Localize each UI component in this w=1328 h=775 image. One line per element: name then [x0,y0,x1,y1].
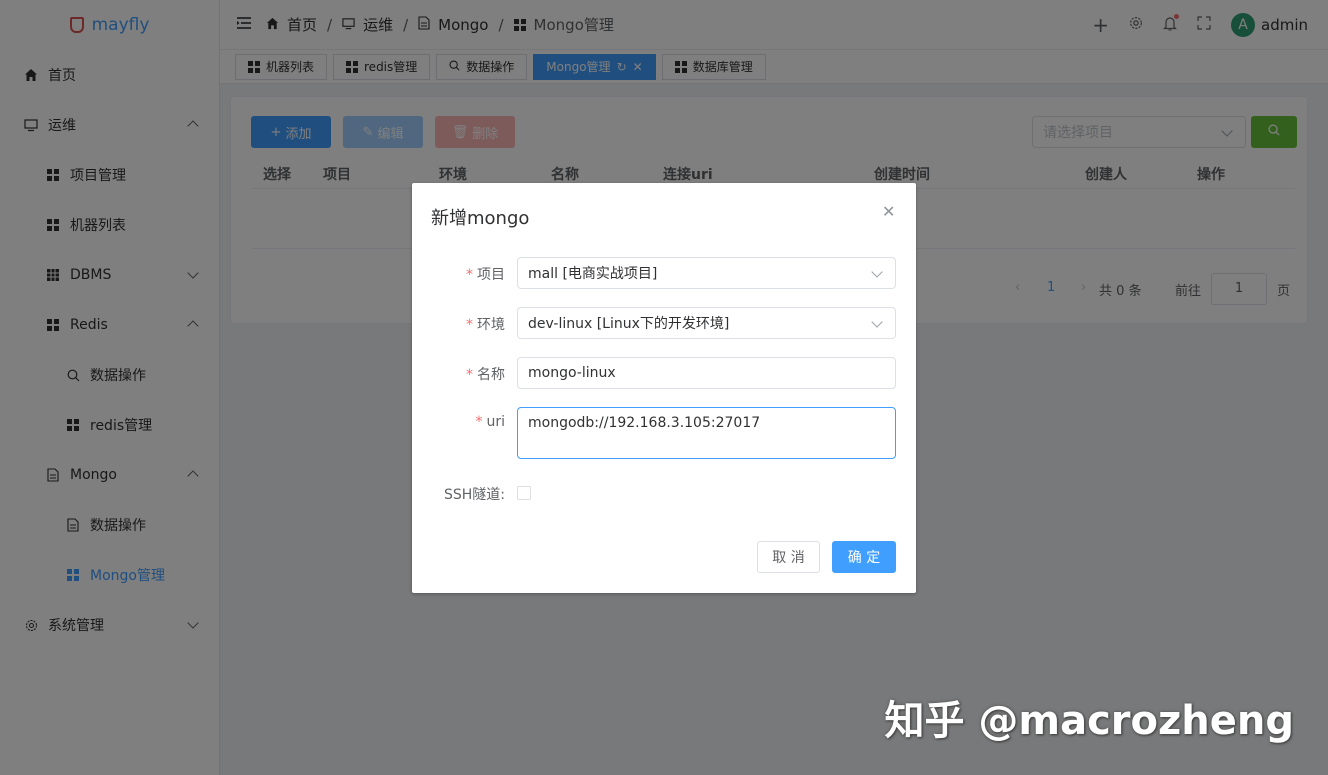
ssh-tunnel-checkbox[interactable] [517,486,531,500]
form-row-uri: * uri mongodb://192.168.3.105:27017 [412,407,916,459]
name-input-value: mongo-linux [528,365,616,381]
field-label-text: 环境 [477,317,505,333]
uri-textarea[interactable]: mongodb://192.168.3.105:27017 [517,407,896,459]
uri-textarea-value: mongodb://192.168.3.105:27017 [528,415,761,431]
form-row-name: * 名称 mongo-linux [412,357,916,389]
dialog-title: 新增mongo [431,208,530,229]
form-row-project: * 项目 mall [电商实战项目] [412,257,916,289]
form-row-ssh: SSH隧道: [412,477,916,509]
required-mark: * [466,267,473,283]
env-select-value: dev-linux [Linux下的开发环境] [528,316,730,332]
close-icon[interactable]: ✕ [882,204,896,220]
required-mark: * [475,414,483,430]
project-select-value: mall [电商实战项目] [528,266,658,282]
field-label: * 环境 [466,314,505,334]
chevron-down-icon [871,316,883,328]
name-input[interactable]: mongo-linux [517,357,896,389]
field-label-text: uri [486,414,505,430]
required-mark: * [466,367,473,383]
chevron-down-icon [871,266,883,278]
required-mark: * [466,317,473,333]
field-label: SSH隧道: [443,487,505,503]
project-select[interactable]: mall [电商实战项目] [517,257,896,289]
field-label: * uri [475,414,505,430]
env-select[interactable]: dev-linux [Linux下的开发环境] [517,307,896,339]
add-mongo-dialog: 新增mongo ✕ * 项目 mall [电商实战项目] * 环境 dev-linu… [412,183,916,593]
field-label-text: 名称 [477,367,505,383]
watermark: 知乎 @macrozheng [884,698,1294,744]
field-label-text: 项目 [477,267,505,283]
form-row-env: * 环境 dev-linux [Linux下的开发环境] [412,307,916,339]
field-label: * 项目 [466,264,505,284]
cancel-button[interactable]: 取 消 [757,541,820,573]
confirm-button[interactable]: 确 定 [832,541,896,573]
field-label: * 名称 [466,364,505,384]
